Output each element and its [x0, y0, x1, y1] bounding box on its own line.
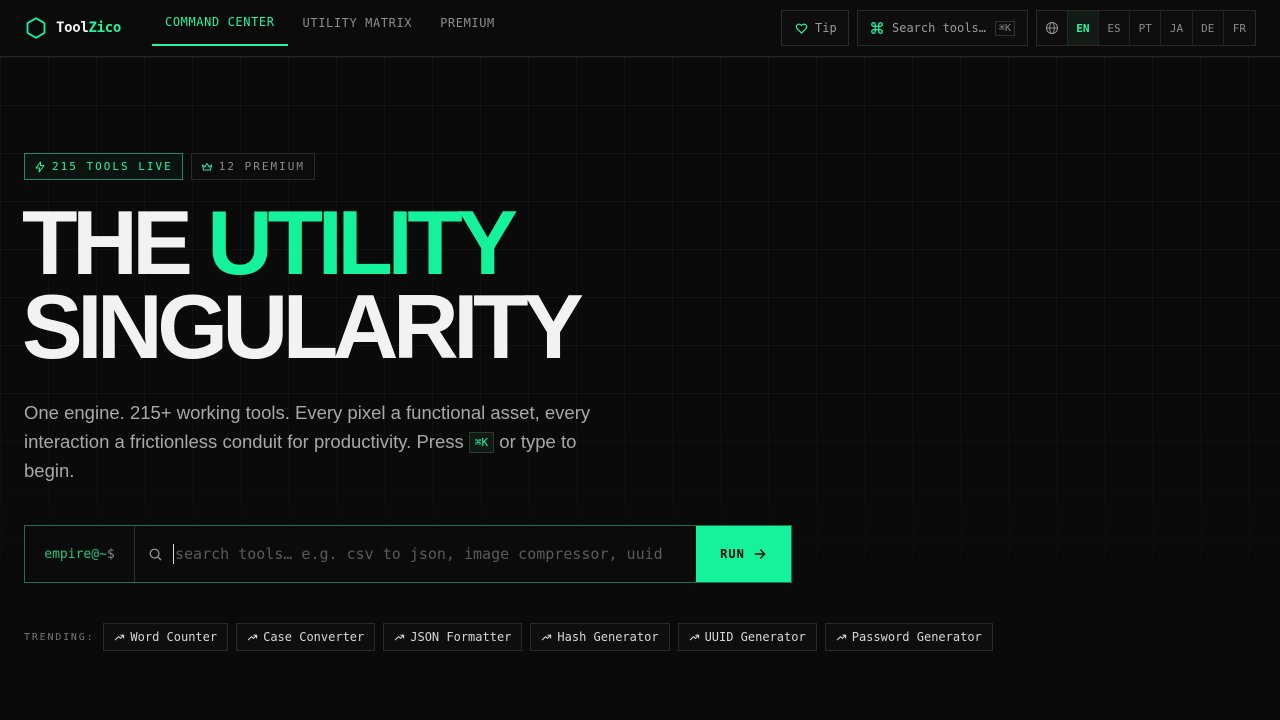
- lang-fr[interactable]: FR: [1224, 11, 1255, 45]
- headline-singularity: SINGULARITY: [22, 277, 584, 378]
- chip-label: Password Generator: [851, 630, 982, 644]
- prompt-user: empire@~: [44, 546, 107, 562]
- logo-text: ToolZico: [56, 20, 121, 36]
- trending-tools: TRENDING: Word Counter Case Converter JS…: [24, 623, 993, 651]
- hero-description: One engine. 215+ working tools. Every pi…: [24, 398, 624, 485]
- chip-label: Case Converter: [263, 630, 365, 644]
- arrow-right-icon: [754, 549, 766, 559]
- top-header: ToolZico COMMAND CENTER UTILITY MATRIX P…: [0, 0, 1280, 57]
- chip-label: UUID Generator: [704, 630, 806, 644]
- command-search-bar: empire@~$ RUN: [24, 525, 792, 583]
- search-tools-label: Search tools…: [892, 21, 986, 35]
- lang-pt[interactable]: PT: [1130, 11, 1162, 45]
- prompt-symbol: $: [106, 546, 115, 562]
- logo[interactable]: ToolZico: [24, 16, 121, 40]
- premium-count-badge: 12 PREMIUM: [190, 153, 315, 180]
- trend-up-icon: [395, 634, 405, 640]
- crown-icon: [201, 162, 212, 170]
- nav-premium[interactable]: PREMIUM: [427, 0, 508, 46]
- terminal-prompt: empire@~ $: [25, 526, 135, 582]
- nav-utility-matrix[interactable]: UTILITY MATRIX: [290, 0, 426, 46]
- run-button[interactable]: RUN: [696, 526, 791, 582]
- trending-chip-case-converter[interactable]: Case Converter: [236, 623, 376, 651]
- lang-en[interactable]: EN: [1067, 11, 1099, 45]
- hero-headline: THE UTILITY SINGULARITY: [22, 198, 584, 373]
- search-icon: [149, 548, 162, 561]
- trend-up-icon: [247, 634, 258, 640]
- tool-search-input[interactable]: [173, 544, 684, 564]
- lightning-icon: [35, 161, 45, 172]
- main-nav: COMMAND CENTER UTILITY MATRIX PREMIUM: [152, 0, 510, 57]
- tip-label: Tip: [815, 21, 837, 35]
- search-input-wrapper: [135, 526, 696, 582]
- tools-live-text: 215 TOOLS LIVE: [52, 160, 173, 173]
- command-key-icon: [871, 22, 883, 34]
- trending-chip-uuid-generator[interactable]: UUID Generator: [677, 623, 817, 651]
- nav-command-center[interactable]: COMMAND CENTER: [152, 0, 288, 46]
- chip-label: JSON Formatter: [410, 630, 512, 644]
- trending-chip-hash-generator[interactable]: Hash Generator: [530, 623, 670, 651]
- trending-chip-word-counter[interactable]: Word Counter: [103, 623, 229, 651]
- hero-badges: 215 TOOLS LIVE 12 PREMIUM: [24, 153, 315, 180]
- tip-button[interactable]: Tip: [781, 10, 849, 46]
- trending-chip-json-formatter[interactable]: JSON Formatter: [383, 623, 523, 651]
- search-tools-button[interactable]: Search tools… ⌘K: [857, 10, 1028, 46]
- lang-es[interactable]: ES: [1099, 11, 1131, 45]
- logo-text-part1: Tool: [56, 20, 89, 36]
- shortcut-badge: ⌘K: [994, 20, 1015, 36]
- trend-up-icon: [542, 634, 552, 640]
- chip-label: Word Counter: [130, 630, 218, 644]
- heart-icon: [795, 23, 808, 34]
- chip-label: Hash Generator: [557, 630, 659, 644]
- trend-up-icon: [689, 634, 699, 640]
- trending-label: TRENDING:: [24, 631, 95, 643]
- premium-count-text: 12 PREMIUM: [218, 160, 305, 173]
- globe-icon: [1037, 11, 1068, 45]
- hexagon-logo-icon: [26, 17, 46, 39]
- lang-ja[interactable]: JA: [1161, 11, 1193, 45]
- trend-up-icon: [115, 634, 125, 640]
- language-switcher: EN ES PT JA DE FR: [1036, 10, 1256, 46]
- lang-de[interactable]: DE: [1193, 11, 1224, 45]
- trend-up-icon: [836, 634, 846, 640]
- tools-live-badge: 215 TOOLS LIVE: [24, 153, 183, 180]
- description-shortcut: ⌘K: [468, 432, 495, 453]
- run-label: RUN: [720, 547, 745, 561]
- trending-chip-password-generator[interactable]: Password Generator: [824, 623, 993, 651]
- logo-text-accent: Zico: [88, 20, 122, 36]
